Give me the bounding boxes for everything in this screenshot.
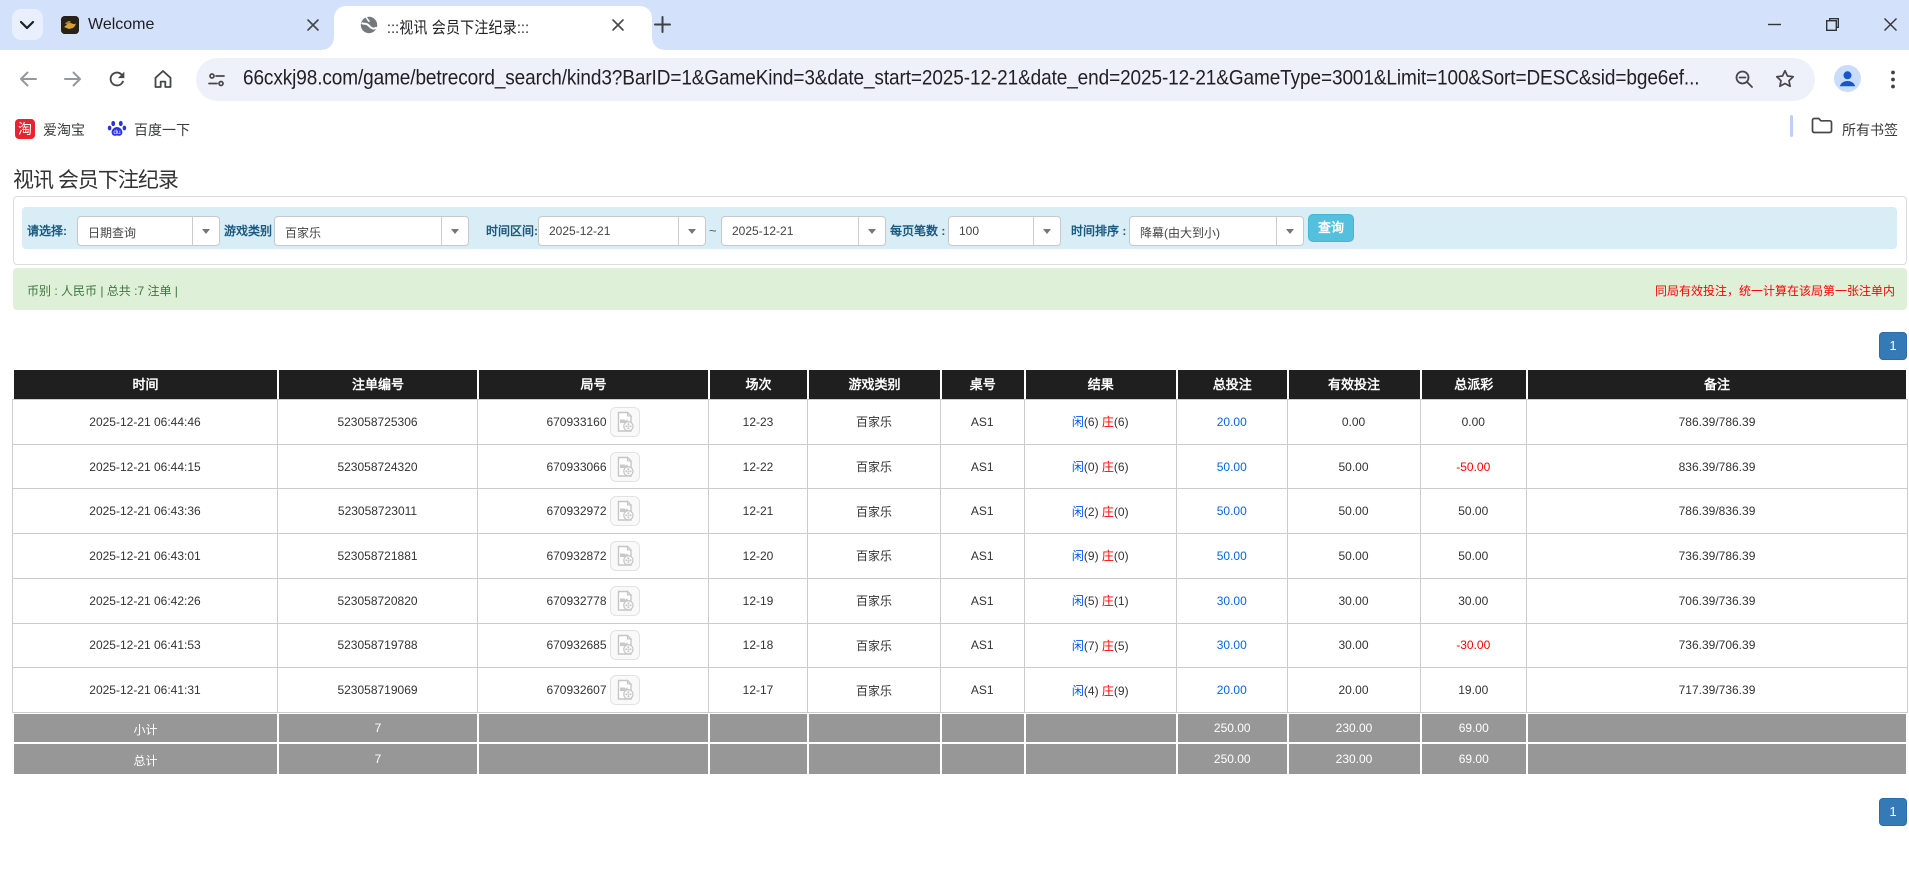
svg-text:du: du bbox=[113, 129, 121, 136]
